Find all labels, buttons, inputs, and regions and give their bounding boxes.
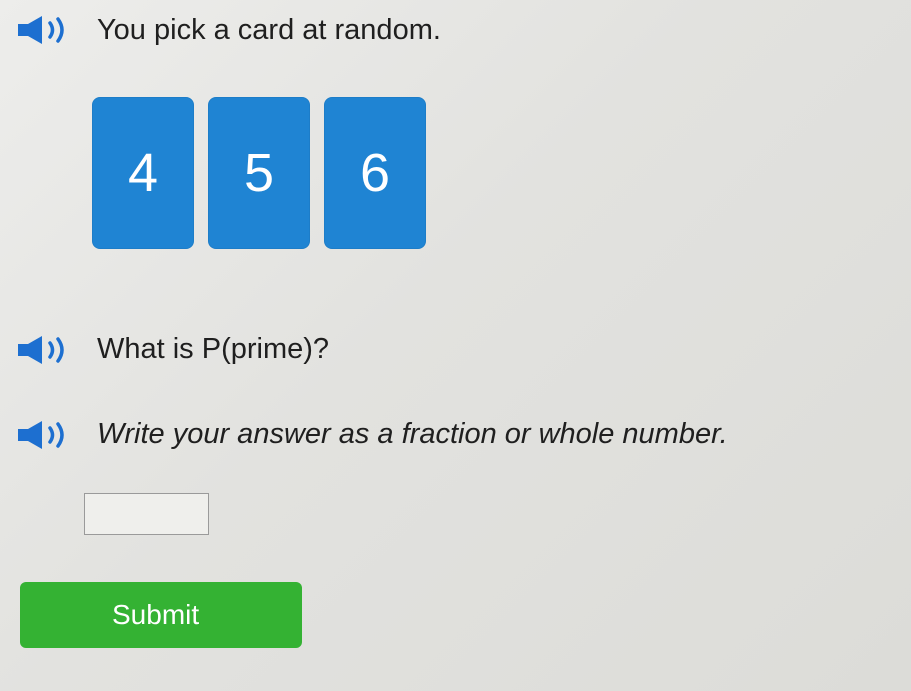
speaker-icon[interactable] [14, 13, 74, 47]
instruction-text: Write your answer as a fraction or whole… [97, 418, 728, 450]
speaker-icon[interactable] [14, 333, 74, 367]
speaker-icon[interactable] [14, 418, 74, 452]
submit-button[interactable]: Submit [20, 582, 302, 648]
card-group: 4 5 6 [92, 97, 426, 249]
intro-text: You pick a card at random. [97, 14, 441, 46]
card-5: 5 [208, 97, 310, 249]
answer-input[interactable] [84, 493, 209, 535]
card-4: 4 [92, 97, 194, 249]
card-6: 6 [324, 97, 426, 249]
question-text: What is P(prime)? [97, 333, 330, 365]
